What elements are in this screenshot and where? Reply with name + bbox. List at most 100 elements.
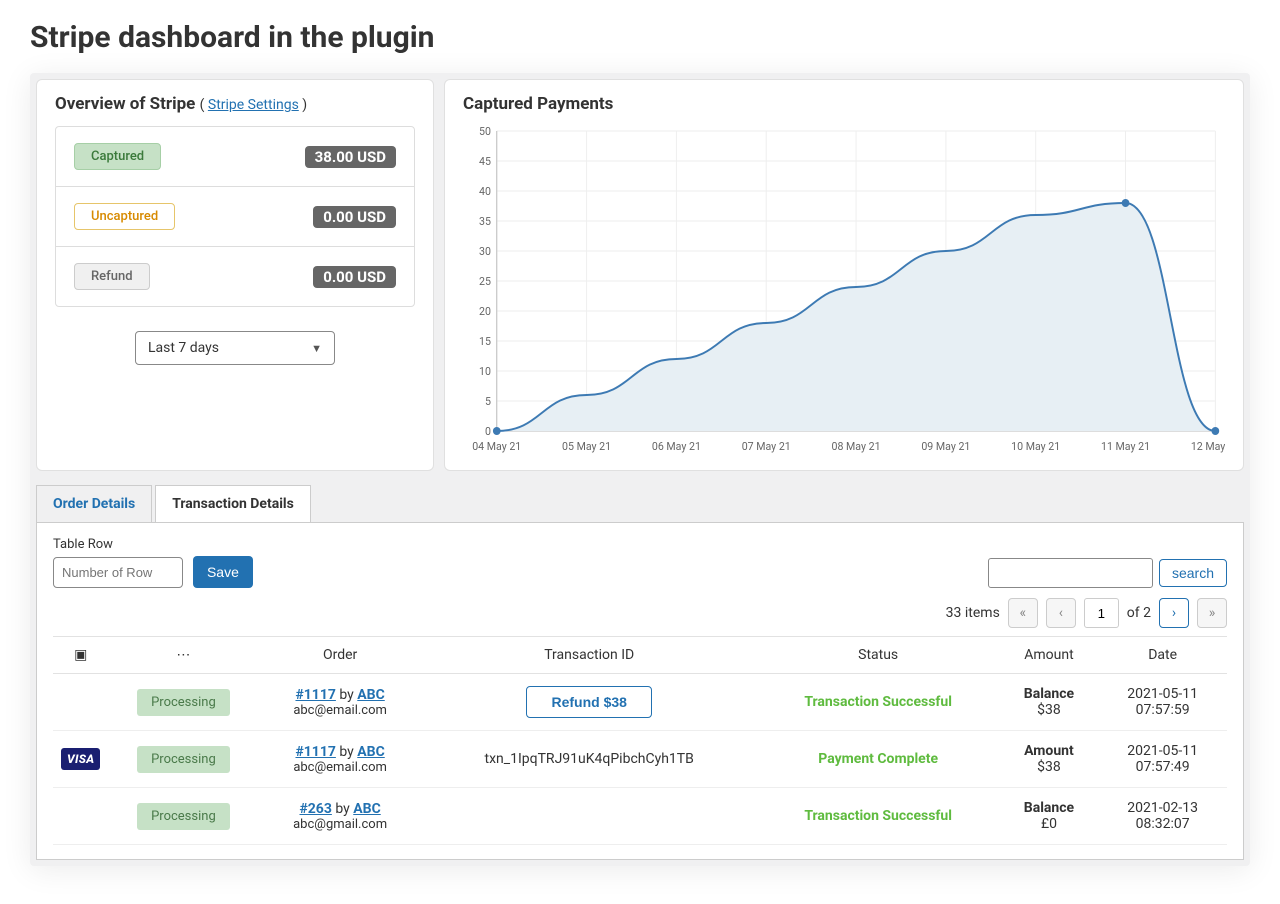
svg-text:04 May 21: 04 May 21 xyxy=(472,440,521,453)
pager-last[interactable]: » xyxy=(1197,598,1227,628)
overview-title-row: Overview of Stripe ( Stripe Settings ) xyxy=(55,94,415,114)
rows-input[interactable] xyxy=(53,557,183,588)
date-line2: 08:32:07 xyxy=(1106,816,1219,832)
overview-list: Captured 38.00 USD Uncaptured 0.00 USD R… xyxy=(55,126,415,307)
captured-payments-chart: 0 5 10 15 20 25 30 35 40 45 50 04 May 21 05 May 21 06… xyxy=(463,126,1225,456)
tab-order-details[interactable]: Order Details xyxy=(36,485,152,522)
svg-text:09 May 21: 09 May 21 xyxy=(921,440,970,453)
table-row: Processing #263 by ABC abc@gmail.com Tra… xyxy=(53,788,1227,845)
tab-transaction-details[interactable]: Transaction Details xyxy=(155,485,311,522)
items-count: 33 items xyxy=(946,605,1000,621)
date-line2: 07:57:59 xyxy=(1106,702,1219,718)
stripe-settings-link[interactable]: Stripe Settings xyxy=(208,97,299,113)
pager-current-input[interactable] xyxy=(1084,598,1119,628)
pager-prev[interactable]: ‹ xyxy=(1046,598,1076,628)
th-status: Status xyxy=(757,637,1000,674)
captured-badge: Captured xyxy=(74,143,161,170)
date-line1: 2021-05-11 xyxy=(1106,743,1219,759)
search-input[interactable] xyxy=(988,558,1153,588)
processing-badge: Processing xyxy=(137,803,230,830)
svg-text:40: 40 xyxy=(479,185,491,198)
table-row-control: Table Row Save xyxy=(53,537,253,588)
amount-value: $38 xyxy=(1037,702,1061,718)
chart-card: Captured Payments 0 5 10 15 20 25 30 35 40 45 50 04… xyxy=(444,79,1244,471)
search-button[interactable]: search xyxy=(1159,559,1227,587)
table-row: VISA Processing #1117 by ABC abc@email.c… xyxy=(53,731,1227,788)
order-by-text: by xyxy=(336,744,357,760)
order-email: abc@gmail.com xyxy=(266,817,413,832)
svg-text:11 May 21: 11 May 21 xyxy=(1101,440,1150,453)
svg-text:15: 15 xyxy=(479,335,491,348)
overview-row-uncaptured: Uncaptured 0.00 USD xyxy=(56,187,414,247)
svg-text:5: 5 xyxy=(485,395,491,408)
svg-text:0: 0 xyxy=(485,425,491,438)
svg-text:20: 20 xyxy=(479,305,491,318)
card-brand-badge: VISA xyxy=(61,748,100,770)
processing-badge: Processing xyxy=(137,689,230,716)
order-author-link[interactable]: ABC xyxy=(357,687,385,703)
svg-text:06 May 21: 06 May 21 xyxy=(652,440,701,453)
save-button[interactable]: Save xyxy=(193,556,253,588)
order-by-text: by xyxy=(336,687,357,703)
order-author-link[interactable]: ABC xyxy=(357,744,385,760)
amount-label: Balance xyxy=(1008,686,1091,702)
order-email: abc@email.com xyxy=(266,703,413,718)
order-link[interactable]: #1117 xyxy=(295,744,335,760)
captured-amount: 38.00 USD xyxy=(305,146,396,168)
svg-text:05 May 21: 05 May 21 xyxy=(562,440,611,453)
uncaptured-amount: 0.00 USD xyxy=(313,206,396,228)
refund-button[interactable]: Refund $38 xyxy=(526,686,651,718)
order-author-link[interactable]: ABC xyxy=(353,801,381,817)
th-amount: Amount xyxy=(1000,637,1099,674)
svg-text:12 May 21: 12 May 21 xyxy=(1191,440,1225,453)
pager-first[interactable]: « xyxy=(1008,598,1038,628)
order-by-text: by xyxy=(332,801,353,817)
status-text: Transaction Successful xyxy=(804,808,952,824)
transaction-id: txn_1IpqTRJ91uK4qPibchCyh1TB xyxy=(485,751,694,767)
svg-text:08 May 21: 08 May 21 xyxy=(832,440,881,453)
amount-value: $38 xyxy=(1037,759,1061,775)
order-link[interactable]: #1117 xyxy=(295,687,335,703)
uncaptured-badge: Uncaptured xyxy=(74,203,175,230)
image-icon: ▣ xyxy=(74,647,87,663)
svg-text:10: 10 xyxy=(479,365,491,378)
search-wrap: search xyxy=(988,558,1227,588)
date-range-value: Last 7 days xyxy=(148,340,219,356)
status-text: Transaction Successful xyxy=(804,694,952,710)
page-title: Stripe dashboard in the plugin xyxy=(30,20,1250,55)
refund-badge: Refund xyxy=(74,263,150,290)
transaction-panel: Table Row Save search 33 items « ‹ of 2 … xyxy=(36,522,1244,860)
date-line1: 2021-05-11 xyxy=(1106,686,1219,702)
amount-label: Amount xyxy=(1008,743,1091,759)
date-line2: 07:57:49 xyxy=(1106,759,1219,775)
svg-text:25: 25 xyxy=(479,275,491,288)
overview-row-captured: Captured 38.00 USD xyxy=(56,127,414,187)
pagination: 33 items « ‹ of 2 › » xyxy=(53,598,1227,628)
chevron-down-icon: ▼ xyxy=(311,342,322,355)
date-line1: 2021-02-13 xyxy=(1106,800,1219,816)
order-link[interactable]: #263 xyxy=(299,801,331,817)
th-date: Date xyxy=(1098,637,1227,674)
overview-row-refund: Refund 0.00 USD xyxy=(56,247,414,306)
table-row-label: Table Row xyxy=(53,537,253,552)
table-row: Processing #1117 by ABC abc@email.com Re… xyxy=(53,674,1227,731)
th-order: Order xyxy=(258,637,421,674)
overview-title: Overview of Stripe xyxy=(55,94,195,114)
th-txid: Transaction ID xyxy=(422,637,757,674)
svg-text:07 May 21: 07 May 21 xyxy=(742,440,791,453)
chart-title: Captured Payments xyxy=(463,94,1225,114)
pager-next[interactable]: › xyxy=(1159,598,1189,628)
status-text: Payment Complete xyxy=(818,751,938,767)
amount-label: Balance xyxy=(1008,800,1091,816)
amount-value: £0 xyxy=(1041,816,1057,832)
overview-card: Overview of Stripe ( Stripe Settings ) C… xyxy=(36,79,434,471)
svg-text:45: 45 xyxy=(479,155,491,168)
svg-text:30: 30 xyxy=(479,245,491,258)
svg-text:35: 35 xyxy=(479,215,491,228)
tabs: Order Details Transaction Details xyxy=(36,485,1244,522)
svg-text:10 May 21: 10 May 21 xyxy=(1011,440,1060,453)
refund-amount: 0.00 USD xyxy=(313,266,396,288)
date-range-select[interactable]: Last 7 days ▼ xyxy=(135,331,335,365)
svg-text:50: 50 xyxy=(479,126,491,138)
overview-settings-paren: ( Stripe Settings ) xyxy=(200,97,308,113)
